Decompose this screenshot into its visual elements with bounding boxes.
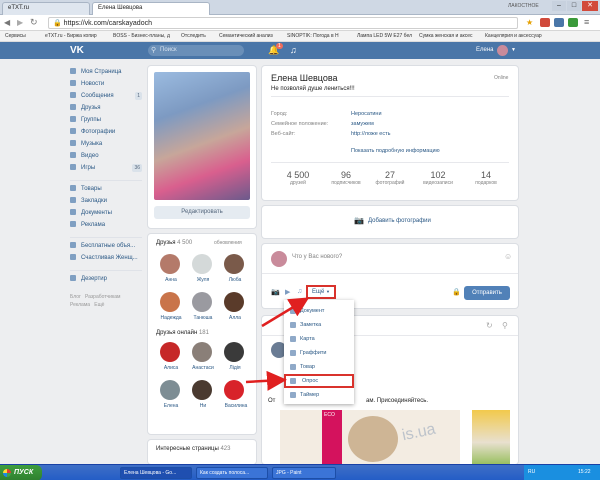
annotation-arrows (245, 297, 310, 391)
taskbar-item[interactable]: Елена Шевцова - Go... (120, 467, 192, 479)
arrow-to-more (261, 297, 310, 328)
taskbar-item[interactable]: JPG - Paint (272, 467, 336, 479)
clock: 15:22 (578, 469, 591, 475)
arrow-to-poll (245, 370, 287, 391)
taskbar: ПУСК Елена Шевцова - Go... Как создать п… (0, 464, 600, 480)
windows-logo-icon (3, 469, 11, 477)
language-indicator[interactable]: RU (528, 469, 535, 475)
taskbar-item[interactable]: Как создать полоса... (196, 467, 268, 479)
